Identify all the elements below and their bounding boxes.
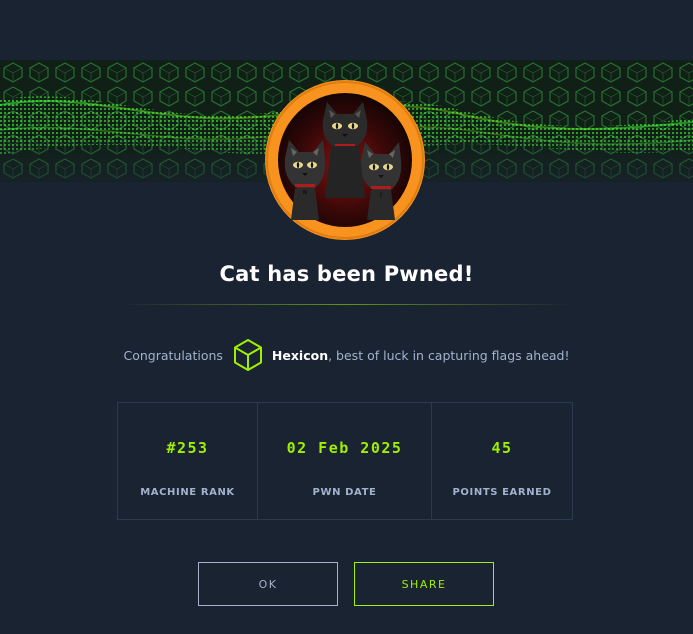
machine-rank-label: MACHINE RANK [140,487,235,498]
dialog-title: Cat has been Pwned! [219,262,474,286]
svg-text:J: J [379,192,382,198]
stat-pwn-date: 02 Feb 2025 PWN DATE [257,403,431,519]
pwned-dialog: M N [0,0,693,634]
pwn-date-label: PWN DATE [312,487,377,498]
stat-points-earned: 45 POINTS EARNED [431,403,572,519]
title-divider [120,304,573,305]
machine-rank-value: #253 [166,439,209,457]
svg-text:N: N [303,190,307,196]
congrats-suffix: , best of luck in capturing flags ahead! [328,347,570,363]
congrats-prefix: Congratulations [123,347,223,363]
congrats-message: Congratulations Hexicon , best of luck i… [0,338,693,372]
points-earned-label: POINTS EARNED [452,487,552,498]
machine-avatar: M N [265,80,425,240]
stats-panel: #253 MACHINE RANK 02 Feb 2025 PWN DATE 4… [117,402,573,520]
ok-button[interactable]: OK [198,562,338,606]
share-button[interactable]: SHARE [354,562,494,606]
points-earned-value: 45 [491,439,513,457]
username-link[interactable]: Hexicon [272,348,328,363]
stat-machine-rank: #253 MACHINE RANK [118,403,257,519]
pwn-date-value: 02 Feb 2025 [286,439,403,457]
cube-icon [232,338,264,372]
